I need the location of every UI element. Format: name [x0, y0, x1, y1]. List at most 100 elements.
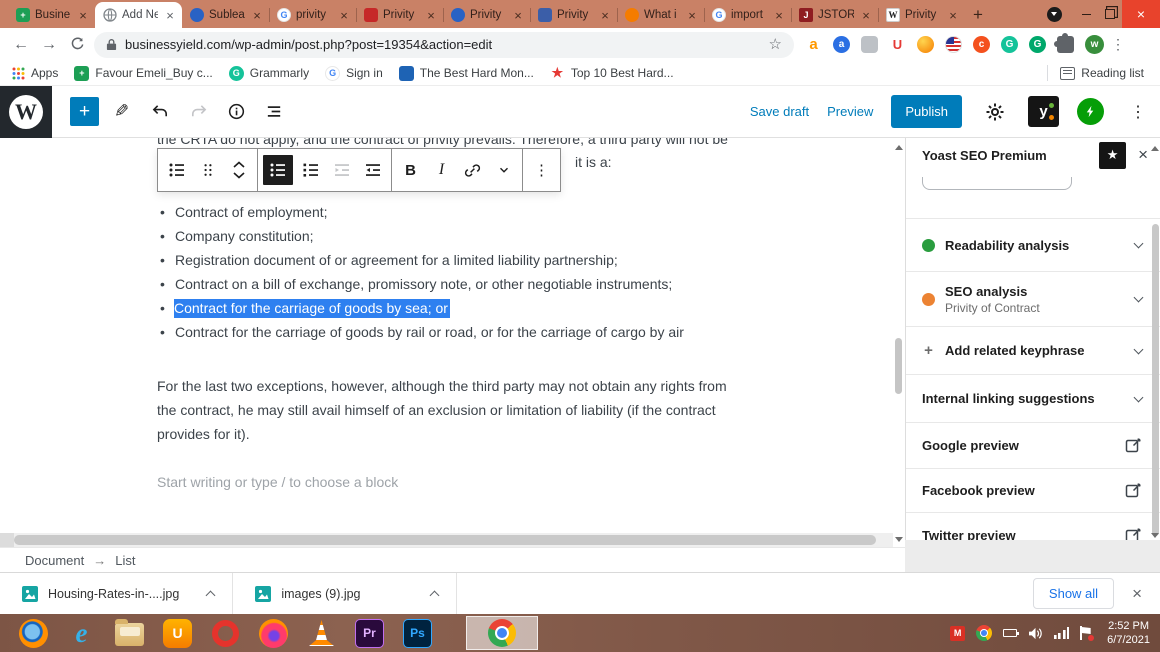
- tab-close-icon[interactable]: [859, 8, 873, 23]
- edit-tool-icon[interactable]: [107, 97, 137, 127]
- firefox-icon[interactable]: [259, 619, 288, 648]
- tab-privity-wikipedia[interactable]: W Privity: [878, 2, 965, 28]
- tab-close-icon[interactable]: [511, 8, 525, 23]
- tab-privity-blue[interactable]: Privity: [443, 2, 530, 28]
- indent-icon[interactable]: [357, 149, 388, 191]
- amazon-extension-icon[interactable]: a: [805, 36, 822, 53]
- sidebar-scrollbar[interactable]: [1150, 138, 1160, 540]
- tab-businessyield[interactable]: + Busine: [8, 2, 95, 28]
- tab-close-icon[interactable]: [250, 8, 264, 23]
- editor-horizontal-scrollbar[interactable]: [0, 533, 893, 547]
- url-omnibox[interactable]: businessyield.com/wp-admin/post.php?post…: [94, 32, 794, 58]
- chrome-taskbar-button-active[interactable]: [466, 616, 538, 650]
- sidebar-close-icon[interactable]: [1138, 145, 1148, 165]
- chevron-up-icon[interactable]: [429, 590, 439, 600]
- scroll-up-arrow-icon[interactable]: [1151, 146, 1159, 151]
- save-draft-button[interactable]: Save draft: [750, 104, 809, 119]
- block-options-kebab-icon[interactable]: [526, 149, 557, 191]
- keyphrase-input-partial[interactable]: [922, 177, 1072, 190]
- file-manager-icon[interactable]: [115, 619, 144, 648]
- chrome-menu-icon[interactable]: [1110, 36, 1126, 53]
- yoast-seo-icon[interactable]: y: [1028, 96, 1059, 127]
- tab-close-icon[interactable]: [163, 8, 177, 23]
- list-item[interactable]: Company constitution;: [157, 224, 684, 248]
- bookmark-grammarly[interactable]: G Grammarly: [229, 66, 309, 81]
- downloads-close-icon[interactable]: [1132, 584, 1142, 604]
- list-item-selected[interactable]: Contract for the carriage of goods by se…: [157, 296, 684, 320]
- tab-close-icon[interactable]: [946, 8, 960, 23]
- add-block-button[interactable]: [70, 97, 99, 126]
- orange-ball-extension-icon[interactable]: [917, 36, 934, 53]
- list-view-icon[interactable]: [259, 97, 289, 127]
- add-related-keyphrase-section[interactable]: Add related keyphrase: [906, 326, 1160, 374]
- list-item[interactable]: Contract for the carriage of goods by ra…: [157, 320, 684, 344]
- vlc-icon[interactable]: [307, 619, 336, 648]
- google-preview-section[interactable]: Google preview: [906, 422, 1160, 468]
- facebook-preview-section[interactable]: Facebook preview: [906, 468, 1160, 512]
- editor-vertical-scrollbar[interactable]: [893, 138, 905, 542]
- premiere-pro-icon[interactable]: Pr: [355, 619, 384, 648]
- internet-explorer-icon[interactable]: e: [67, 619, 96, 648]
- undo-icon[interactable]: [145, 97, 175, 127]
- list-item[interactable]: Contract on a bill of exchange, promisso…: [157, 272, 684, 296]
- edit-preview-icon[interactable]: [1125, 437, 1142, 454]
- new-tab-button[interactable]: [965, 2, 991, 28]
- forward-icon[interactable]: [38, 34, 60, 56]
- settings-gear-icon[interactable]: [980, 97, 1010, 127]
- apps-shortcut[interactable]: Apps: [12, 66, 58, 80]
- tab-close-icon[interactable]: [424, 8, 438, 23]
- scrollbar-thumb[interactable]: [14, 535, 876, 545]
- block-placeholder[interactable]: Start writing or type / to choose a bloc…: [157, 474, 398, 490]
- scroll-down-arrow-icon[interactable]: [1151, 533, 1159, 538]
- tab-what-is[interactable]: What i: [617, 2, 704, 28]
- tab-close-icon[interactable]: [76, 8, 90, 23]
- internal-linking-section[interactable]: Internal linking suggestions: [906, 374, 1160, 422]
- scroll-up-arrow-icon[interactable]: [895, 145, 903, 150]
- editor-canvas[interactable]: the CRTA do not apply, and the contract …: [0, 138, 893, 533]
- bookmark-top-10[interactable]: Top 10 Best Hard...: [550, 66, 674, 81]
- redo-icon[interactable]: [183, 97, 213, 127]
- profile-avatar[interactable]: w: [1085, 35, 1104, 54]
- a-circle-extension-icon[interactable]: a: [833, 36, 850, 53]
- scrollbar-thumb[interactable]: [1152, 224, 1159, 536]
- list-block[interactable]: Contract of employment; Company constitu…: [157, 200, 684, 344]
- media-controls-icon[interactable]: [1047, 7, 1062, 22]
- details-info-icon[interactable]: [221, 97, 251, 127]
- citation-extension-icon[interactable]: c: [973, 36, 990, 53]
- tab-close-icon[interactable]: [598, 8, 612, 23]
- close-window-button[interactable]: [1122, 0, 1160, 28]
- seo-analysis-section[interactable]: SEO analysis Privity of Contract: [906, 271, 1160, 326]
- readability-analysis-section[interactable]: Readability analysis: [906, 218, 1160, 271]
- firefox-old-icon[interactable]: [19, 619, 48, 648]
- network-signal-icon[interactable]: [1054, 627, 1069, 639]
- tab-sublease[interactable]: Sublea: [182, 2, 269, 28]
- tab-close-icon[interactable]: [772, 8, 786, 23]
- chrome-tray-icon[interactable]: [976, 625, 992, 641]
- bookmark-star-icon[interactable]: [769, 35, 782, 54]
- scroll-left-button[interactable]: [0, 533, 14, 547]
- wordpress-logo[interactable]: W: [0, 86, 52, 138]
- download-item-images-9[interactable]: images (9).jpg: [233, 573, 456, 614]
- download-item-housing-rates[interactable]: Housing-Rates-in-....jpg: [0, 573, 233, 614]
- bookmark-sign-in[interactable]: G Sign in: [325, 66, 383, 81]
- grammarly-extension-icon[interactable]: G: [1001, 36, 1018, 53]
- list-item[interactable]: Registration document of or agreement fo…: [157, 248, 684, 272]
- show-all-button[interactable]: Show all: [1033, 578, 1114, 609]
- outdent-icon[interactable]: [326, 149, 357, 191]
- ordered-list-icon[interactable]: [295, 149, 326, 191]
- chevron-down-icon[interactable]: [1134, 239, 1144, 249]
- reading-list-button[interactable]: Reading list: [1060, 66, 1144, 80]
- format-dropdown-chevron-icon[interactable]: [488, 149, 519, 191]
- drag-handle-icon[interactable]: [192, 149, 223, 191]
- edit-preview-icon[interactable]: [1125, 482, 1142, 499]
- chevron-down-icon[interactable]: [1134, 392, 1144, 402]
- more-options-icon[interactable]: [1130, 97, 1146, 127]
- chevron-down-icon[interactable]: [1134, 293, 1144, 303]
- scrollbar-thumb[interactable]: [895, 338, 902, 394]
- paragraph-block[interactable]: For the last two exceptions, however, al…: [157, 374, 727, 446]
- link-icon[interactable]: [457, 149, 488, 191]
- boost-lightning-icon[interactable]: [1077, 98, 1104, 125]
- action-center-flag-icon[interactable]: [1080, 626, 1092, 640]
- battery-icon[interactable]: [1003, 629, 1017, 637]
- tab-close-icon[interactable]: [685, 8, 699, 23]
